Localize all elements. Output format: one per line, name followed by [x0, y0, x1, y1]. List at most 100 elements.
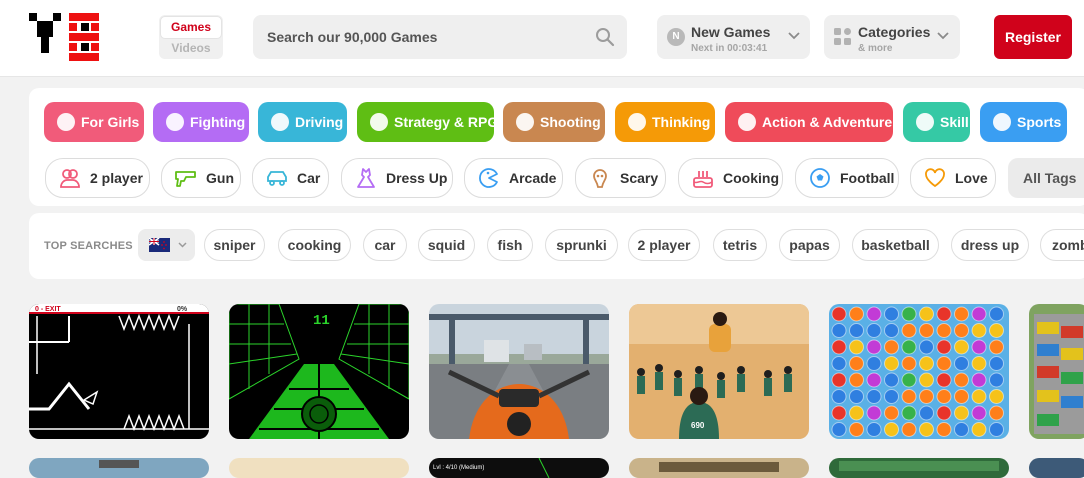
search-chip[interactable]: basketball [852, 229, 939, 261]
tag-gun[interactable]: Gun [161, 158, 241, 198]
squid-challenge-game-thumbnail: 690 [629, 304, 809, 439]
slope-tunnel-game-thumbnail: 11 [229, 304, 409, 439]
category-pill-label: Thinking [652, 114, 711, 130]
chevron-down-icon [788, 29, 800, 48]
category-pill-driving[interactable]: Driving [258, 102, 347, 142]
glasses-icon [738, 113, 756, 131]
category-pill-shooting[interactable]: Shooting [503, 102, 605, 142]
new-games-dropdown[interactable]: N New Games Next in 00:03:41 [657, 15, 810, 59]
game-card[interactable] [829, 304, 1009, 439]
site-logo[interactable] [29, 13, 131, 61]
search-chip[interactable]: 2 player [628, 229, 700, 261]
category-pill-thinking[interactable]: Thinking [615, 102, 715, 142]
chevron-down-icon [937, 29, 949, 48]
game-card[interactable] [429, 304, 609, 439]
tag-label: Cooking [723, 170, 779, 186]
jewel-match-game-thumbnail [829, 304, 1009, 439]
category-panel: For Girls Fighting Driving Strategy & RP… [29, 88, 1084, 206]
category-pill-label: For Girls [81, 114, 140, 130]
game-card[interactable] [829, 458, 1009, 478]
category-pill-label: Fighting [190, 114, 246, 130]
tag-love[interactable]: Love [910, 158, 996, 198]
category-pill-strategy-rpg[interactable]: Strategy & RPG [357, 102, 498, 142]
search-chip[interactable]: fish [487, 229, 533, 261]
search-chip[interactable]: papas [779, 229, 840, 261]
search-chip[interactable]: cooking [278, 229, 351, 261]
game-card[interactable]: 690 [629, 304, 809, 439]
search-chip[interactable]: tetris [713, 229, 767, 261]
categories-title: Categories [858, 24, 931, 40]
game-card[interactable]: 0 - EXIT 0% [29, 304, 209, 439]
category-pill-fighting[interactable]: Fighting [153, 102, 249, 142]
search-chip[interactable]: sniper [204, 229, 265, 261]
search-box [253, 15, 627, 59]
search-chip[interactable]: car [363, 229, 407, 261]
all-tags-button[interactable]: All Tags [1008, 158, 1084, 198]
tag-label: Football [840, 170, 895, 186]
games-switch-option[interactable]: Games [160, 16, 222, 39]
game-card[interactable]: 11 [229, 304, 409, 439]
game-card[interactable] [229, 458, 409, 478]
game-card[interactable] [629, 458, 809, 478]
game-card[interactable] [1029, 304, 1084, 439]
game-hud-percent: 0% [177, 306, 188, 313]
dress-icon [354, 166, 378, 190]
cake-icon [691, 166, 715, 190]
chess-piece-icon [370, 113, 388, 131]
category-pill-skill[interactable]: Skill [903, 102, 970, 142]
category-pill-label: Sports [1017, 114, 1062, 130]
search-icon[interactable] [595, 27, 615, 52]
search-chip[interactable]: sprunki [545, 229, 618, 261]
game-card[interactable] [29, 458, 209, 478]
tag-cooking[interactable]: Cooking [678, 158, 783, 198]
game-card[interactable] [1029, 458, 1084, 478]
videos-switch-option[interactable]: Videos [159, 41, 223, 55]
football-icon [808, 166, 832, 190]
game-thumbnail [629, 458, 809, 478]
tag-arcade[interactable]: Arcade [464, 158, 563, 198]
game-card[interactable]: Lvl : 4/10 (Medium) [429, 458, 609, 478]
gun-icon [174, 166, 198, 190]
player-number: 690 [691, 421, 705, 430]
tag-label: Gun [206, 170, 234, 186]
tag-label: Arcade [509, 170, 557, 186]
chevron-down-icon [178, 238, 187, 256]
search-chip[interactable]: squid [418, 229, 475, 261]
new-zealand-flag-icon [148, 237, 170, 252]
tag-football[interactable]: Football [795, 158, 899, 198]
search-chip[interactable]: dress up [951, 229, 1029, 261]
search-input[interactable] [267, 26, 577, 48]
category-pill-label: Skill [940, 114, 969, 130]
arcade-icon [477, 166, 501, 190]
category-pill-for-girls[interactable]: For Girls [44, 102, 144, 142]
category-pill-action-adventure[interactable]: Action & Adventure [725, 102, 893, 142]
scary-icon [588, 166, 612, 190]
car-icon [265, 166, 289, 190]
region-selector[interactable] [138, 229, 195, 261]
game-hud-level: Lvl : 4/10 (Medium) [433, 465, 484, 471]
tag-dress-up[interactable]: Dress Up [341, 158, 453, 198]
tag-car[interactable]: Car [252, 158, 329, 198]
new-games-badge-icon: N [667, 28, 685, 46]
girl-face-icon [57, 113, 75, 131]
category-pill-label: Action & Adventure [762, 114, 893, 130]
categories-grid-icon [834, 28, 852, 51]
checkered-flag-icon [271, 113, 289, 131]
tag-2-player[interactable]: 2 player [45, 158, 150, 198]
tag-scary[interactable]: Scary [575, 158, 666, 198]
game-thumbnail [829, 458, 1009, 478]
category-pill-label: Shooting [540, 114, 601, 130]
register-button[interactable]: Register [994, 15, 1072, 59]
ninja-icon [916, 113, 934, 131]
game-counter: 11 [313, 313, 330, 329]
search-chip[interactable]: zombie [1040, 229, 1084, 261]
game-hud-text: 0 - EXIT [35, 306, 61, 313]
categories-dropdown[interactable]: Categories & more [824, 15, 960, 59]
content-type-switch: Games Videos [159, 15, 223, 59]
heart-icon [923, 166, 947, 190]
game-thumbnail: Lvl : 4/10 (Medium) [429, 458, 609, 478]
geometry-runner-game-thumbnail: 0 - EXIT 0% [29, 304, 209, 439]
new-games-countdown: Next in 00:03:41 [691, 43, 768, 54]
tag-label: Love [955, 170, 988, 186]
category-pill-sports[interactable]: Sports [980, 102, 1067, 142]
